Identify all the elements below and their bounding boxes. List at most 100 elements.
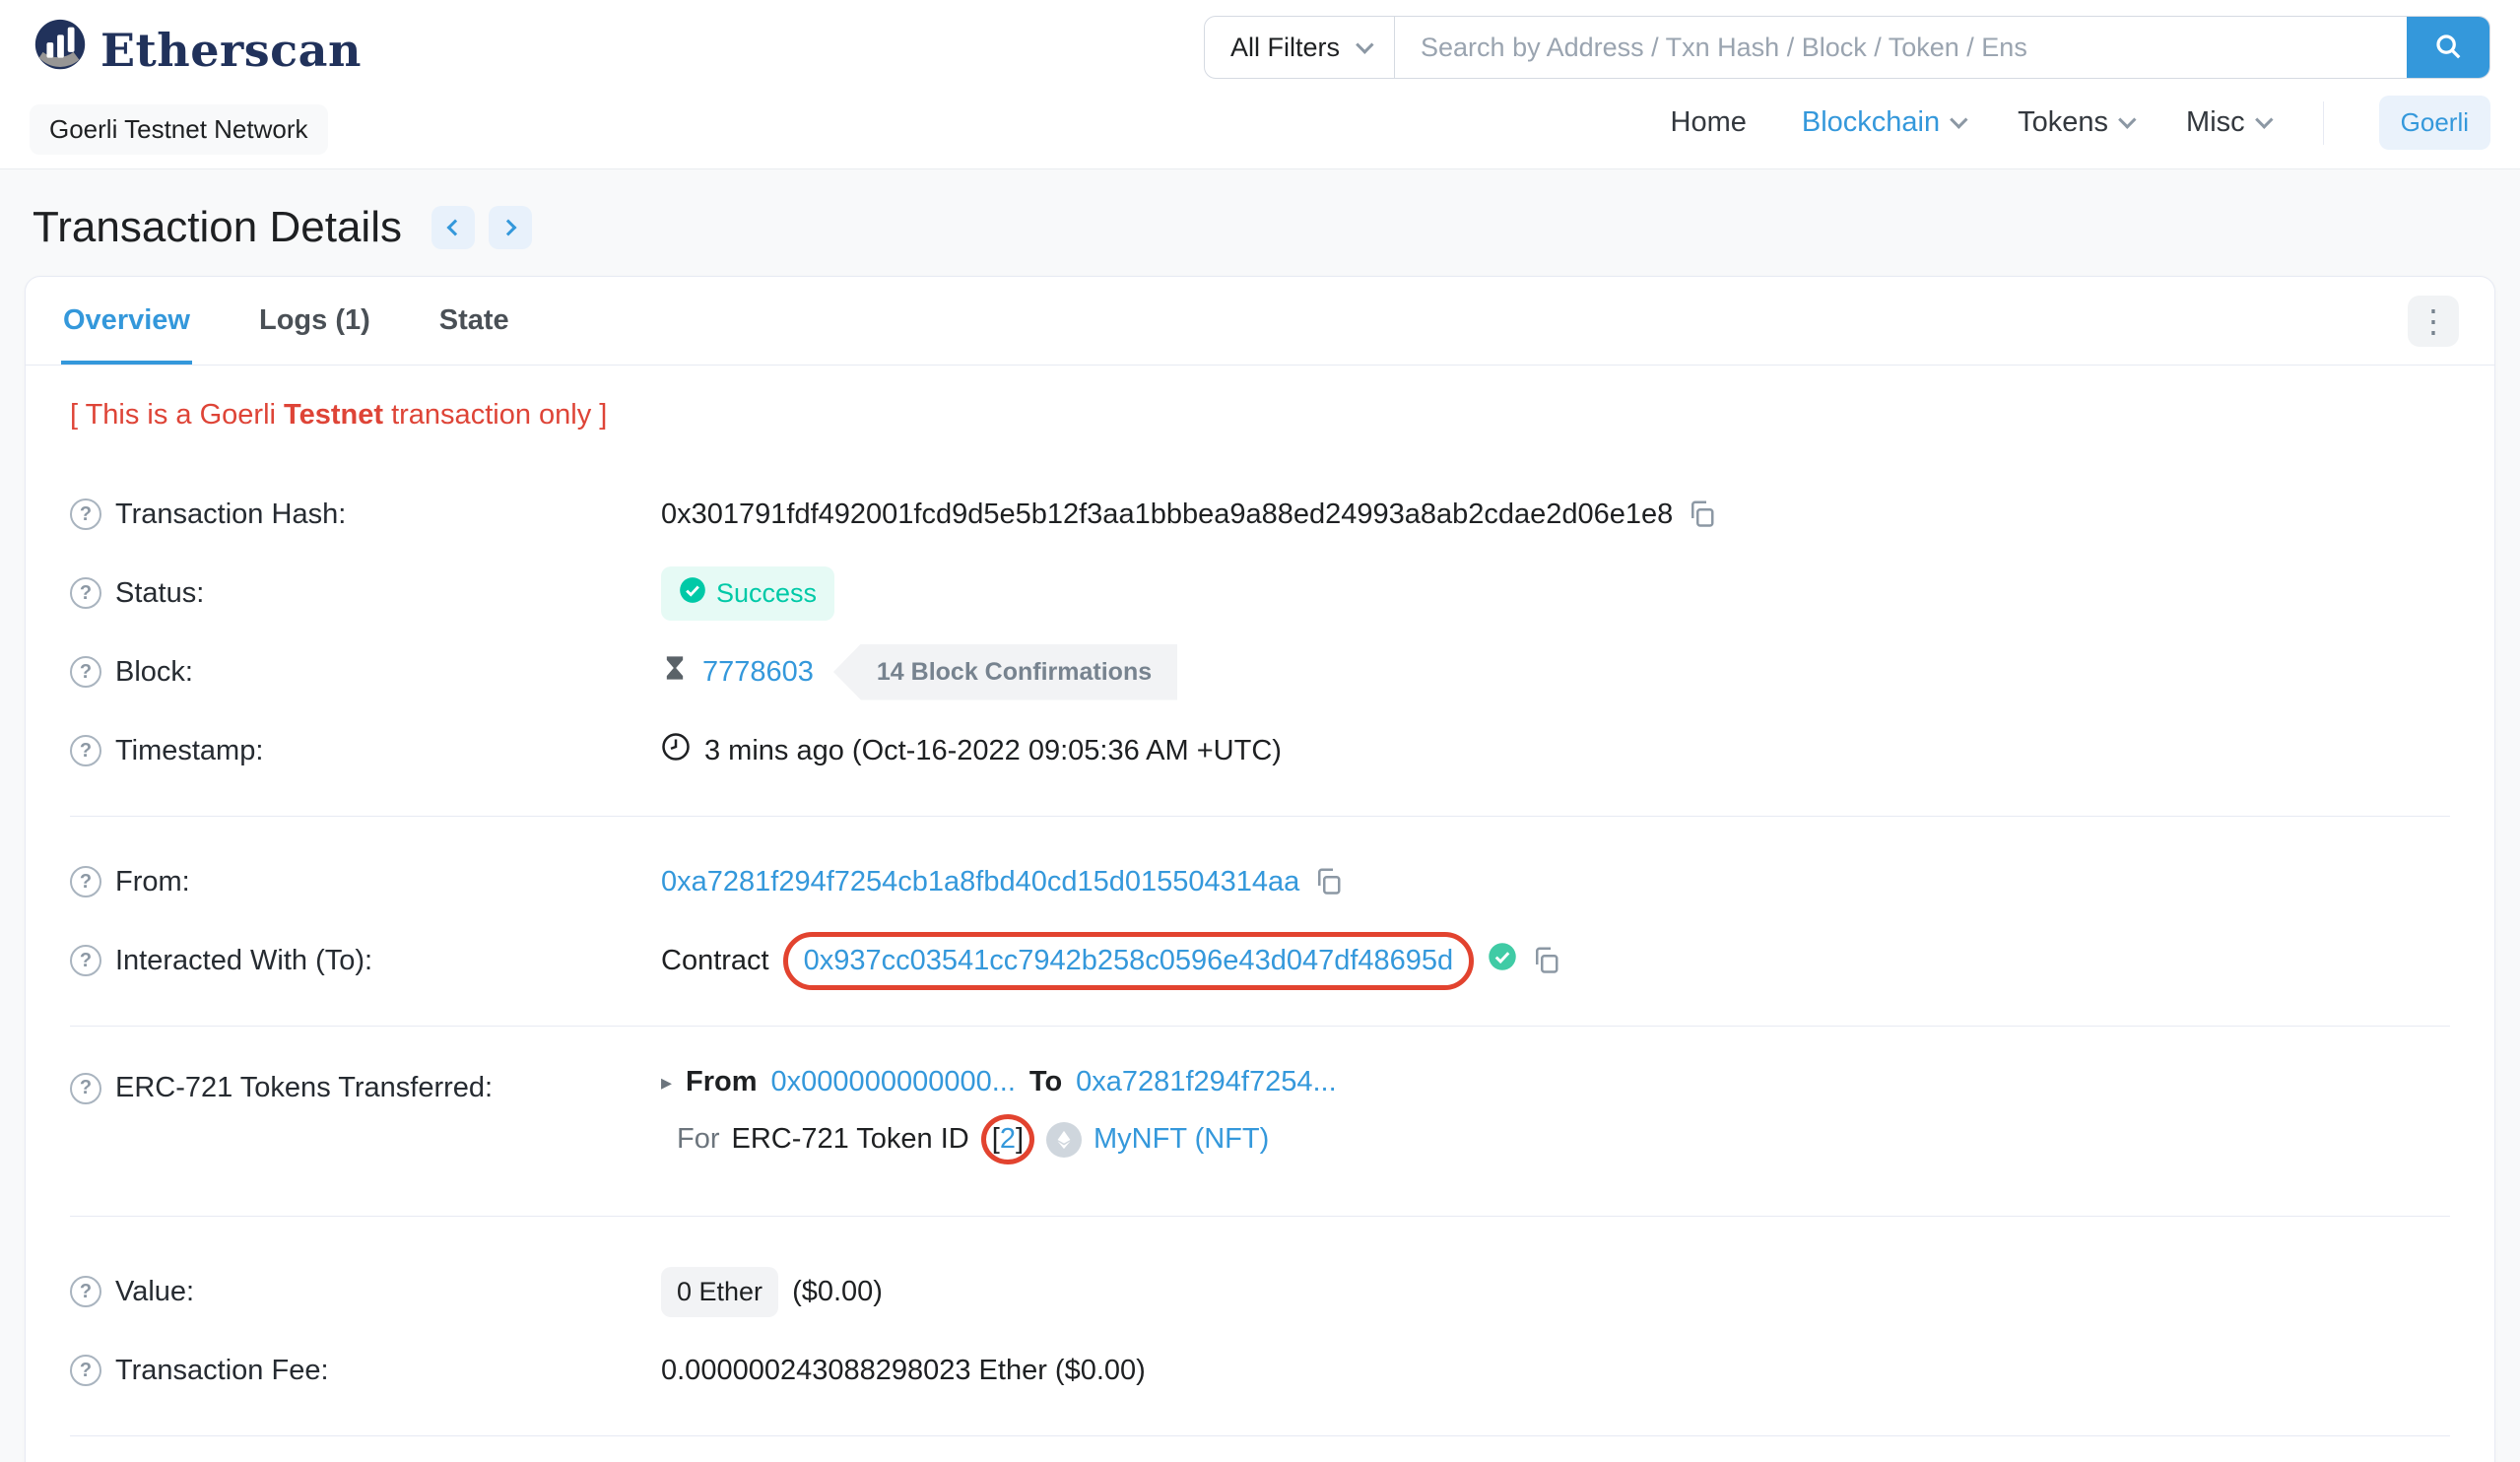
main-nav: Home Blockchain Tokens Misc Goerli [1671,96,2490,150]
annotation-red-oval: 0x937cc03541cc7942b258c0596e43d047df4869… [782,931,1475,990]
section-divider [70,1026,2450,1027]
network-badge: Goerli Testnet Network [30,104,328,155]
value-ether-badge: 0 Ether [661,1266,779,1317]
copy-txhash-button[interactable] [1687,498,1716,531]
from-address-link[interactable]: 0xa7281f294f7254cb1a8fbd40cd15d015504314… [661,866,1299,898]
hourglass-icon [661,654,689,690]
prev-transaction-button[interactable] [431,206,475,249]
search-input[interactable] [1395,17,2407,78]
block-confirmations-badge: 14 Block Confirmations [832,643,1178,700]
row-label-text: Transaction Fee: [115,1354,329,1386]
nav-item-home[interactable]: Home [1671,106,1747,139]
transaction-fee-value: 0.000000243088298023 Ether ($0.00) [661,1354,1146,1386]
page-title: Transaction Details [33,203,402,251]
verified-check-icon [1488,942,1517,979]
etherscan-logo-icon [30,16,91,85]
search-button[interactable] [2407,17,2489,78]
erc721-for-label: For [677,1123,720,1155]
etherscan-logo[interactable]: Etherscan [30,16,362,85]
chevron-left-icon [446,219,464,236]
block-number-link[interactable]: 7778603 [702,656,814,689]
erc721-to-address-link[interactable]: 0xa7281f294f7254... [1076,1066,1336,1098]
help-icon[interactable]: ? [70,498,101,530]
help-icon[interactable]: ? [70,866,101,897]
check-circle-icon [679,576,706,611]
next-transaction-button[interactable] [488,206,532,249]
token-name-link[interactable]: MyNFT (NFT) [1094,1123,1269,1156]
row-transaction-hash: ? Transaction Hash: 0x301791fdf492001fcd… [70,475,2450,554]
help-icon[interactable]: ? [70,1355,101,1386]
timestamp-value: 3 mins ago (Oct-16-2022 09:05:36 AM +UTC… [704,734,1282,766]
copy-icon [1687,498,1716,531]
erc721-token-type: ERC-721 Token ID [731,1123,969,1155]
token-id-link[interactable]: 2 [1000,1123,1016,1156]
tab-bar: Overview Logs (1) State [61,277,511,365]
help-icon[interactable]: ? [70,577,101,609]
row-interacted-with: ? Interacted With (To): Contract 0x937cc… [70,921,2450,1000]
help-icon[interactable]: ? [70,945,101,976]
chevron-down-icon [2118,110,2137,129]
row-value: ? Value: 0 Ether ($0.00) [70,1252,2450,1331]
search-icon [2433,32,2463,64]
contract-address-link[interactable]: 0x937cc03541cc7942b258c0596e43d047df4869… [804,945,1454,976]
row-label-text: Interacted With (To): [115,944,373,976]
section-divider [70,816,2450,817]
chevron-down-icon [2254,110,2274,129]
row-from: ? From: 0xa7281f294f7254cb1a8fbd40cd15d0… [70,842,2450,921]
transaction-card: Overview Logs (1) State ⋮ [ This is a Go… [25,276,2495,1462]
row-label-text: Value: [115,1275,195,1307]
section-divider [70,1435,2450,1436]
nav-divider [2322,100,2324,145]
contract-prefix: Contract [661,944,769,976]
chevron-right-icon [499,219,517,236]
help-icon[interactable]: ? [70,735,101,766]
nav-item-tokens[interactable]: Tokens [2018,106,2137,139]
row-label-text: Status: [115,576,205,609]
erc721-from-label: From [686,1066,758,1097]
erc721-from-address-link[interactable]: 0x000000000000... [771,1066,1016,1098]
row-label-text: Block: [115,655,193,688]
row-label-text: From: [115,865,190,897]
tab-overview[interactable]: Overview [61,277,192,365]
tab-state[interactable]: State [437,277,511,365]
search-filter-dropdown[interactable]: All Filters [1205,17,1396,78]
copy-icon [1313,866,1343,898]
help-icon[interactable]: ? [70,656,101,688]
chevron-down-icon [1356,34,1374,54]
annotation-red-circle: [2] [980,1114,1035,1164]
site-header: Etherscan All Filters Goerli Testnet Net… [0,0,2520,169]
nav-item-misc[interactable]: Misc [2186,106,2274,139]
bracket-close: ] [1015,1123,1025,1155]
row-label-text: Timestamp: [115,734,264,766]
testnet-notice: [ This is a Goerli Testnet transaction o… [70,399,608,431]
row-status: ? Status: Success [70,554,2450,632]
row-block: ? Block: 7778603 14 Block Confirmations [70,632,2450,711]
brand-name: Etherscan [100,24,362,77]
help-icon[interactable]: ? [70,1072,101,1104]
bracket-open: [ [991,1123,1000,1155]
copy-icon [1531,945,1560,977]
search-bar: All Filters [1204,16,2490,79]
transaction-hash-value: 0x301791fdf492001fcd9d5e5b12f3aa1bbbea9a… [661,498,1674,530]
search-filter-label: All Filters [1230,32,1341,62]
more-options-button[interactable]: ⋮ [2408,295,2459,347]
erc721-to-label: To [1028,1066,1063,1097]
copy-from-address-button[interactable] [1313,866,1343,898]
kebab-icon: ⋮ [2418,302,2449,339]
copy-contract-address-button[interactable] [1531,945,1560,977]
row-label-text: Transaction Hash: [115,498,347,530]
row-transaction-fee: ? Transaction Fee: 0.000000243088298023 … [70,1331,2450,1410]
row-timestamp: ? Timestamp: 3 mins ago (Oct-16-2022 09:… [70,711,2450,790]
network-switch-button[interactable]: Goerli [2378,96,2490,150]
caret-right-icon: ▸ [661,1069,673,1095]
value-usd: ($0.00) [792,1275,883,1307]
main-content: Transaction Details Overview Logs (1) St… [0,203,2520,1462]
nav-item-blockchain[interactable]: Blockchain [1802,106,1968,139]
chevron-down-icon [1950,110,1968,129]
status-badge: Success [661,565,835,621]
tab-logs[interactable]: Logs (1) [257,277,372,365]
help-icon[interactable]: ? [70,1276,101,1307]
eth-diamond-icon [1046,1121,1083,1158]
clock-icon [661,732,691,769]
row-erc721-transfers: ? ERC-721 Tokens Transferred: ▸ From 0x0… [70,1052,2450,1170]
